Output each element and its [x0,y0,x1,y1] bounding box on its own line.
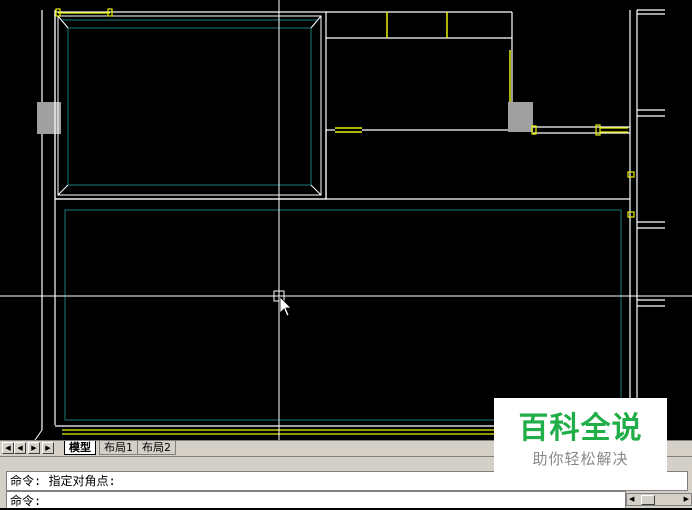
next-tab-button[interactable]: ▶ [28,442,40,454]
window-right-wall [627,171,635,218]
window-top [55,8,113,17]
first-tab-button[interactable]: ◀ [2,442,14,454]
room-top-left [54,11,327,200]
floor-plan-drawing[interactable] [0,0,692,441]
tab-layout1[interactable]: 布局1 [99,441,138,455]
column-mid [508,102,533,132]
previous-tab-button[interactable]: ◀ [14,442,26,454]
watermark-subtitle: 助你轻松解决 [532,450,629,468]
drawing-canvas[interactable] [0,0,692,441]
watermark-logo: 百科全说 助你轻松解决 [494,398,667,476]
scroll-left-icon[interactable]: ◀ [629,494,634,505]
command-horizontal-scrollbar[interactable]: ◀ ▶ [626,493,692,506]
last-tab-button[interactable]: ▶ [42,442,54,454]
tab-layout2[interactable]: 布局2 [137,441,176,455]
scrollbar-thumb[interactable] [641,495,655,505]
right-wall [629,9,665,440]
scroll-right-icon[interactable]: ▶ [684,494,689,505]
column-left [37,102,61,134]
command-input[interactable]: 命令: [6,491,626,508]
corridor [325,11,513,199]
watermark-title: 百科全说 [518,411,643,446]
tab-model[interactable]: 模型 [64,441,96,455]
left-wall [41,10,56,430]
corridor-windows [335,12,511,133]
mouse-pointer-icon [279,296,292,317]
crosshair-cursor [0,0,692,440]
